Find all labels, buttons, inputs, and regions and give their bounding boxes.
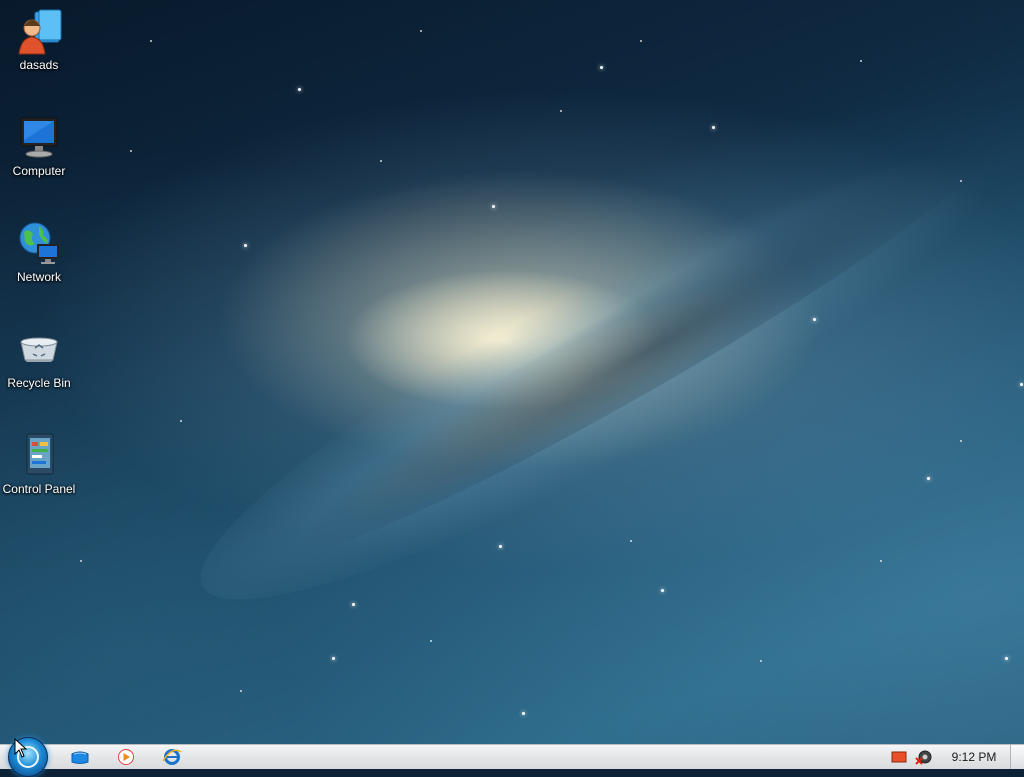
star bbox=[244, 244, 247, 247]
star bbox=[560, 110, 562, 112]
control-panel-icon bbox=[15, 432, 63, 480]
star bbox=[352, 603, 355, 606]
desktop-icon-recycle-bin[interactable]: Recycle Bin bbox=[0, 326, 78, 390]
action-center-flag-icon bbox=[891, 751, 907, 763]
desktop-icon-label: Computer bbox=[12, 164, 66, 178]
taskbar-media-player-button[interactable] bbox=[116, 748, 136, 766]
network-disconnected-icon bbox=[915, 750, 932, 765]
star bbox=[927, 477, 930, 480]
windows-explorer-icon bbox=[71, 751, 89, 764]
taskbar-clock[interactable]: 9:12 PM bbox=[940, 750, 1008, 764]
star bbox=[180, 420, 182, 422]
taskbar-internet-explorer-button[interactable] bbox=[162, 748, 182, 766]
media-player-icon bbox=[118, 749, 134, 765]
star bbox=[492, 205, 495, 208]
desktop-icon-network[interactable]: Network bbox=[0, 220, 78, 284]
star bbox=[760, 660, 762, 662]
network-icon bbox=[15, 220, 63, 268]
desktop-icon-label: Recycle Bin bbox=[7, 376, 71, 390]
mouse-cursor-icon bbox=[14, 738, 28, 758]
desktop-icon-label: Network bbox=[16, 270, 61, 284]
star bbox=[1005, 657, 1008, 660]
star bbox=[332, 657, 335, 660]
user-folder-icon bbox=[15, 8, 63, 56]
recycle-bin-icon bbox=[15, 326, 63, 374]
star bbox=[130, 150, 132, 152]
show-desktop-button[interactable] bbox=[1010, 745, 1024, 769]
desktop-icon-label: dasads bbox=[19, 58, 59, 72]
star bbox=[240, 690, 242, 692]
star bbox=[630, 540, 632, 542]
star bbox=[430, 640, 432, 642]
tray-action-center[interactable] bbox=[890, 748, 908, 766]
taskbar-windows-explorer-button[interactable] bbox=[70, 748, 90, 766]
desktop-wallpaper[interactable]: dasads Computer Network Recycle Bin Cont… bbox=[0, 0, 1024, 744]
star bbox=[960, 440, 962, 442]
desktop-icon-control-panel[interactable]: Control Panel bbox=[0, 432, 78, 496]
computer-icon bbox=[15, 114, 63, 162]
desktop-icon-user-folder[interactable]: dasads bbox=[0, 8, 78, 72]
star bbox=[640, 40, 642, 42]
galaxy-dust-lane bbox=[262, 101, 1018, 589]
internet-explorer-icon bbox=[162, 749, 182, 765]
star bbox=[522, 712, 525, 715]
star bbox=[380, 160, 382, 162]
star bbox=[1020, 383, 1023, 386]
star bbox=[712, 126, 715, 129]
desktop-icon-computer[interactable]: Computer bbox=[0, 114, 78, 178]
star bbox=[960, 180, 962, 182]
taskbar: 9:12 PM bbox=[0, 737, 1024, 777]
star bbox=[420, 30, 422, 32]
tray-network-status[interactable] bbox=[914, 748, 934, 766]
star bbox=[880, 560, 882, 562]
star bbox=[150, 40, 152, 42]
star bbox=[298, 88, 301, 91]
desktop-icon-label: Control Panel bbox=[2, 482, 76, 496]
star bbox=[813, 318, 816, 321]
star bbox=[600, 66, 603, 69]
star bbox=[860, 60, 862, 62]
star bbox=[80, 560, 82, 562]
star bbox=[661, 589, 664, 592]
star bbox=[499, 545, 502, 548]
